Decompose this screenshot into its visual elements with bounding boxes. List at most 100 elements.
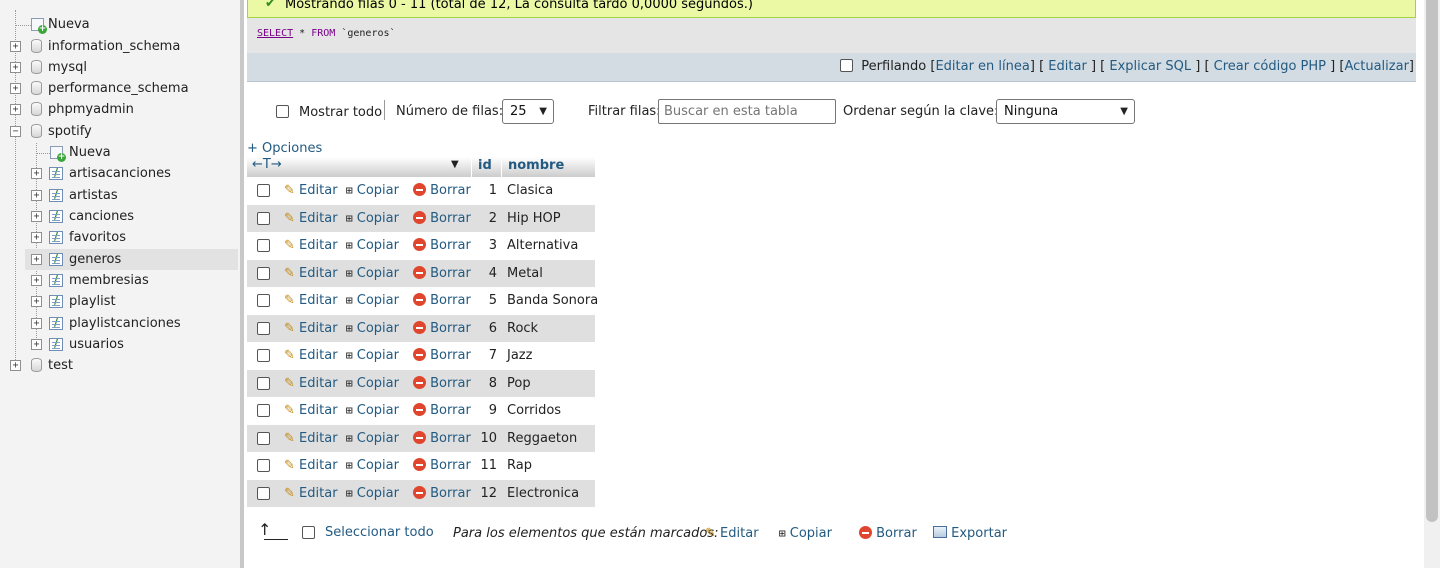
nav-table-artisacanciones[interactable]: + / artisacanciones xyxy=(0,163,240,184)
row-edit-button[interactable]: ✎ Editar xyxy=(284,238,338,253)
row-delete-button[interactable]: Borrar xyxy=(413,348,471,363)
table-label[interactable]: favoritos xyxy=(69,227,126,248)
expand-icon[interactable]: + xyxy=(31,190,42,201)
table-row[interactable]: ✎ Editar ⊞ Copiar Borrar 3 Alternativa xyxy=(247,232,595,259)
row-edit-button[interactable]: ✎ Editar xyxy=(284,183,338,198)
row-copy-button[interactable]: ⊞ Copiar xyxy=(346,211,399,226)
row-delete-button[interactable]: Borrar xyxy=(413,238,471,253)
table-row[interactable]: ✎ Editar ⊞ Copiar Borrar 5 Banda Sonora xyxy=(247,287,598,314)
expand-icon[interactable]: + xyxy=(10,104,21,115)
table-label[interactable]: playlist xyxy=(69,291,116,312)
expand-icon[interactable]: + xyxy=(10,360,21,371)
nav-database-spotify[interactable]: − spotify xyxy=(0,121,240,142)
table-label[interactable]: generos xyxy=(69,249,121,270)
row-edit-button[interactable]: ✎ Editar xyxy=(284,348,338,363)
expand-icon[interactable]: + xyxy=(10,83,21,94)
column-header-id-label[interactable]: id xyxy=(478,158,492,173)
expand-icon[interactable]: + xyxy=(31,168,42,179)
nav-table-membresias[interactable]: + / membresias xyxy=(0,270,240,291)
table-row[interactable]: ✎ Editar ⊞ Copiar Borrar 12 Electronica xyxy=(247,480,595,507)
nav-table-playlistcanciones[interactable]: + / playlistcanciones xyxy=(0,313,240,334)
database-label[interactable]: mysql xyxy=(48,57,87,78)
nav-database-mysql[interactable]: + mysql xyxy=(0,57,240,78)
expand-icon[interactable]: + xyxy=(31,318,42,329)
row-copy-button[interactable]: ⊞ Copiar xyxy=(346,376,399,391)
explain-sql-link[interactable]: Explicar SQL xyxy=(1109,59,1191,74)
filter-rows-input[interactable]: Buscar en esta tabla xyxy=(658,99,836,124)
row-copy-button[interactable]: ⊞ Copiar xyxy=(346,238,399,253)
table-row[interactable]: ✎ Editar ⊞ Copiar Borrar 7 Jazz xyxy=(247,342,595,369)
row-delete-button[interactable]: Borrar xyxy=(413,486,471,501)
row-copy-button[interactable]: ⊞ Copiar xyxy=(346,266,399,281)
edit-sql-link[interactable]: Editar xyxy=(1048,59,1087,74)
row-copy-button[interactable]: ⊞ Copiar xyxy=(346,293,399,308)
expand-icon[interactable]: + xyxy=(31,339,42,350)
expand-icon[interactable]: + xyxy=(31,211,42,222)
row-checkbox[interactable] xyxy=(257,404,270,417)
column-header-nombre-label[interactable]: nombre xyxy=(508,158,564,173)
row-checkbox[interactable] xyxy=(257,377,270,390)
row-copy-button[interactable]: ⊞ Copiar xyxy=(346,321,399,336)
column-header-nombre[interactable]: nombre xyxy=(501,157,595,177)
database-label[interactable]: test xyxy=(48,355,73,376)
bulk-export-button[interactable]: Exportar xyxy=(933,526,1007,541)
options-link[interactable]: + Opciones xyxy=(247,141,322,156)
sort-by-key-select[interactable]: Ninguna ▼ xyxy=(996,99,1135,124)
database-label[interactable]: performance_schema xyxy=(48,78,189,99)
row-checkbox[interactable] xyxy=(257,459,270,472)
row-checkbox[interactable] xyxy=(257,432,270,445)
table-label[interactable]: playlistcanciones xyxy=(69,313,181,334)
row-delete-button[interactable]: Borrar xyxy=(413,211,471,226)
database-label[interactable]: spotify xyxy=(48,121,92,142)
row-edit-button[interactable]: ✎ Editar xyxy=(284,486,338,501)
row-edit-button[interactable]: ✎ Editar xyxy=(284,431,338,446)
row-delete-button[interactable]: Borrar xyxy=(413,321,471,336)
nav-table-favoritos[interactable]: + / favoritos xyxy=(0,227,240,248)
expand-icon[interactable]: + xyxy=(10,41,21,52)
row-copy-button[interactable]: ⊞ Copiar xyxy=(346,458,399,473)
bulk-delete-button[interactable]: Borrar xyxy=(859,526,917,541)
row-copy-button[interactable]: ⊞ Copiar xyxy=(346,348,399,363)
row-delete-button[interactable]: Borrar xyxy=(413,266,471,281)
edit-inline-link[interactable]: Editar en línea xyxy=(935,59,1029,74)
table-row[interactable]: ✎ Editar ⊞ Copiar Borrar 6 Rock xyxy=(247,315,595,342)
table-label[interactable]: canciones xyxy=(69,206,134,227)
table-row[interactable]: ✎ Editar ⊞ Copiar Borrar 10 Reggaeton xyxy=(247,425,595,452)
expand-icon[interactable]: + xyxy=(10,62,21,73)
row-delete-button[interactable]: Borrar xyxy=(413,403,471,418)
table-row[interactable]: ✎ Editar ⊞ Copiar Borrar 8 Pop xyxy=(247,370,595,397)
row-copy-button[interactable]: ⊞ Copiar xyxy=(346,403,399,418)
row-delete-button[interactable]: Borrar xyxy=(413,293,471,308)
nav-table-usuarios[interactable]: + / usuarios xyxy=(0,334,240,355)
row-copy-button[interactable]: ⊞ Copiar xyxy=(346,431,399,446)
row-delete-button[interactable]: Borrar xyxy=(413,458,471,473)
row-checkbox[interactable] xyxy=(257,212,270,225)
row-checkbox[interactable] xyxy=(257,184,270,197)
column-resize-arrows-icon[interactable]: ←T→ xyxy=(252,157,282,172)
nav-database-phpmyadmin[interactable]: + phpmyadmin xyxy=(0,99,240,120)
nav-database-information-schema[interactable]: + information_schema xyxy=(0,36,240,57)
table-row[interactable]: ✎ Editar ⊞ Copiar Borrar 4 Metal xyxy=(247,260,595,287)
nav-table-artistas[interactable]: + / artistas xyxy=(0,185,240,206)
scrollbar-thumb[interactable] xyxy=(1426,0,1438,522)
row-checkbox[interactable] xyxy=(257,239,270,252)
sql-keyword-select[interactable]: SELECT xyxy=(257,28,293,39)
row-checkbox[interactable] xyxy=(257,294,270,307)
select-all-label[interactable]: Seleccionar todo xyxy=(325,525,434,540)
table-label[interactable]: artisacanciones xyxy=(69,163,171,184)
row-edit-button[interactable]: ✎ Editar xyxy=(284,458,338,473)
bulk-edit-button[interactable]: ✎ Editar xyxy=(705,526,759,541)
nav-table-playlist[interactable]: + / playlist xyxy=(0,291,240,312)
row-delete-button[interactable]: Borrar xyxy=(413,376,471,391)
select-all-checkbox[interactable] xyxy=(302,526,315,539)
nav-database-performance-schema[interactable]: + performance_schema xyxy=(0,78,240,99)
nav-database-test[interactable]: + test xyxy=(0,355,240,376)
nav-table-canciones[interactable]: + / canciones xyxy=(0,206,240,227)
database-label[interactable]: information_schema xyxy=(48,36,180,57)
table-label[interactable]: usuarios xyxy=(69,334,124,355)
nav-table-generos[interactable]: + / generos xyxy=(25,249,238,270)
expand-icon[interactable]: + xyxy=(31,296,42,307)
row-checkbox[interactable] xyxy=(257,349,270,362)
row-edit-button[interactable]: ✎ Editar xyxy=(284,376,338,391)
row-edit-button[interactable]: ✎ Editar xyxy=(284,403,338,418)
